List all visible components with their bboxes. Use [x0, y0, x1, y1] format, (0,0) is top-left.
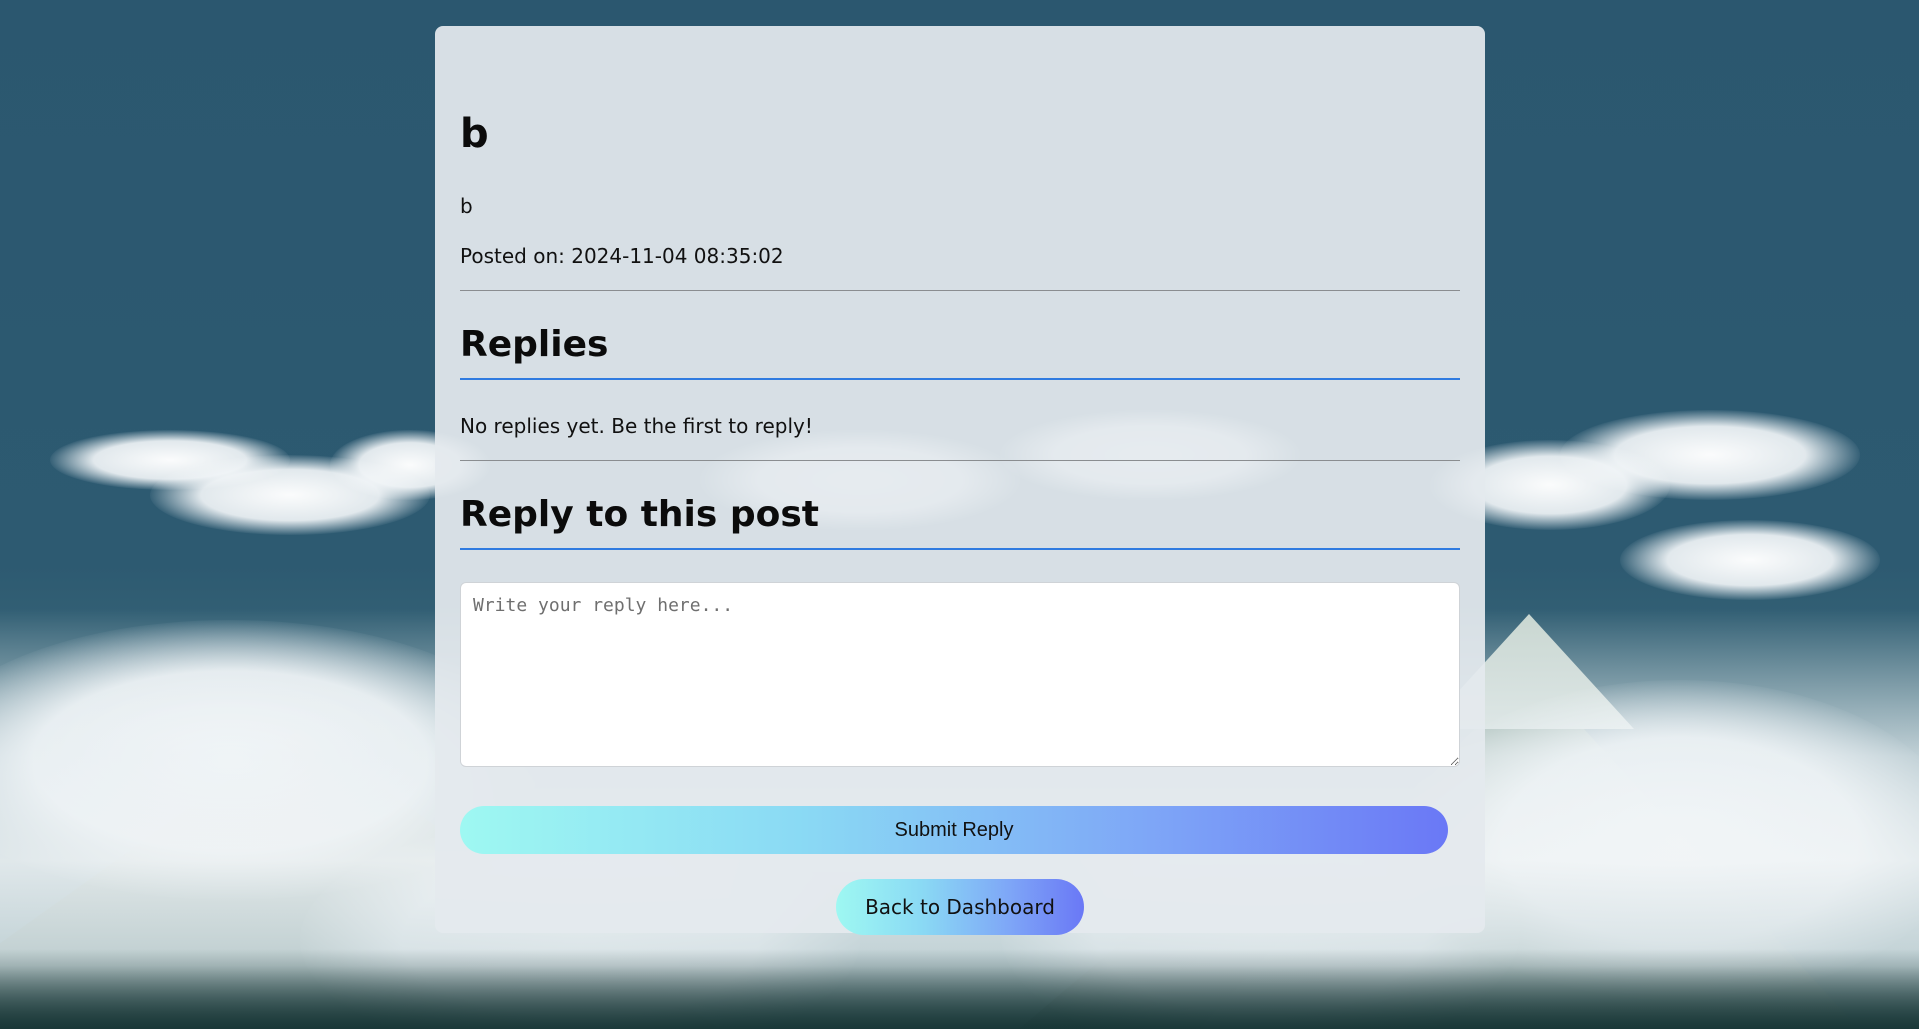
submit-reply-button[interactable]: Submit Reply: [460, 806, 1448, 854]
divider: [460, 290, 1460, 291]
cloud: [1620, 520, 1880, 600]
post-title: b: [460, 111, 489, 157]
empty-replies-message: No replies yet. Be the first to reply!: [460, 414, 813, 438]
posted-label: Posted on:: [460, 244, 565, 268]
post-timestamp: Posted on: 2024-11-04 08:35:02: [460, 242, 784, 270]
posted-date: 2024-11-04 08:35:02: [571, 244, 784, 268]
back-to-dashboard-button[interactable]: Back to Dashboard: [836, 879, 1084, 935]
post-card: b b Posted on: 2024-11-04 08:35:02 Repli…: [435, 26, 1485, 935]
post-body: b: [460, 194, 473, 218]
divider: [460, 460, 1460, 461]
replies-heading-underline: [460, 378, 1460, 380]
ground-shadow: [0, 949, 1919, 1029]
reply-textarea[interactable]: [460, 582, 1460, 767]
reply-form-heading-underline: [460, 548, 1460, 550]
replies-heading: Replies: [460, 324, 609, 365]
reply-form-heading: Reply to this post: [460, 494, 819, 535]
